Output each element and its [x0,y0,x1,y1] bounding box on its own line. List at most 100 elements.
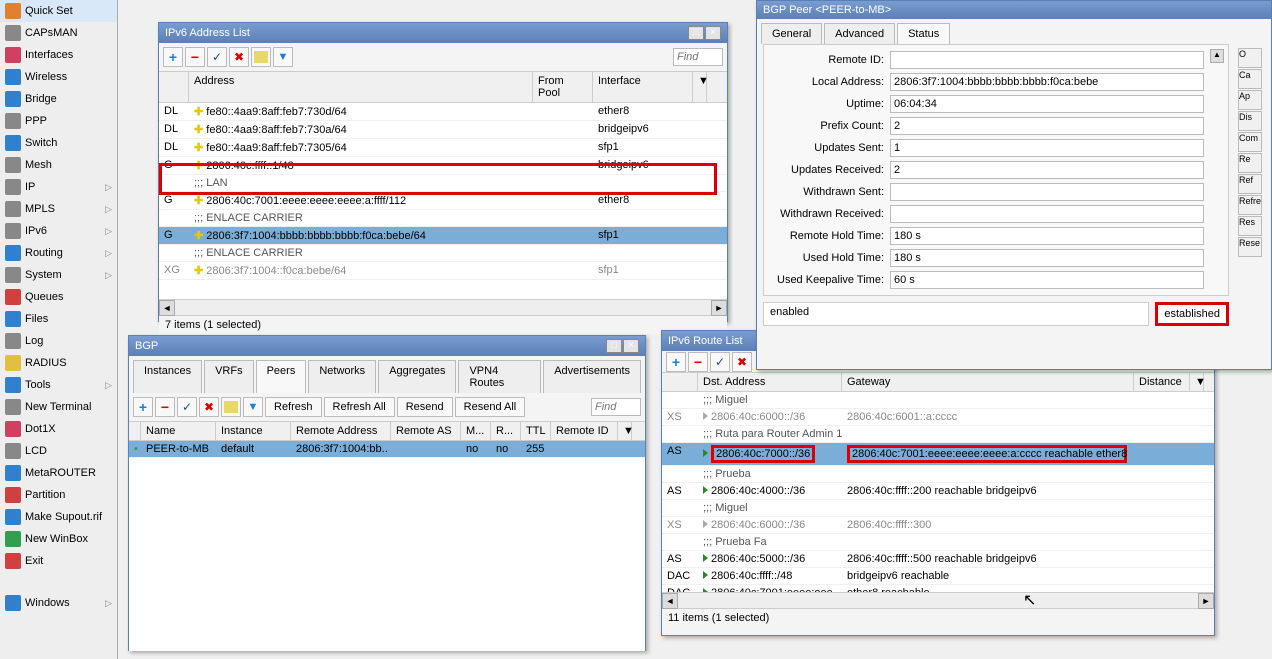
comment-button[interactable] [251,47,271,67]
scroll-left[interactable]: ◄ [662,593,678,609]
refresh-button[interactable]: Refresh [265,397,322,417]
sidebar-item-wireless[interactable]: Wireless [0,66,117,88]
route-row[interactable]: AS 2806:40c:4000::/36 2806:40c:ffff::200… [662,483,1214,500]
grid-body[interactable]: ▪ PEER-to-MB default 2806:3f7:1004:bb.. … [129,441,645,651]
field-input[interactable] [890,117,1204,135]
col-r[interactable]: R... [491,422,521,440]
col-expand[interactable]: ▼ [618,422,632,440]
address-row[interactable]: G ✚ 2806:40c:7001:eeee:eeee:eeee:a:ffff/… [159,192,727,210]
refresh-all-button[interactable]: Refresh All [324,397,395,417]
find-input[interactable] [591,398,641,416]
field-input[interactable] [890,51,1204,69]
grid-body[interactable]: DL ✚ fe80::4aa9:8aff:feb7:730d/64 ether8… [159,103,727,299]
tab-status[interactable]: Status [897,23,950,44]
scroll-right[interactable]: ► [1198,593,1214,609]
add-button[interactable]: + [133,397,153,417]
col-interface[interactable]: Interface [593,72,693,102]
side-button-re[interactable]: Re [1238,153,1262,173]
add-button[interactable]: + [163,47,183,67]
resend-button[interactable]: Resend [397,397,453,417]
col-dst[interactable]: Dst. Address [698,373,842,391]
tab-vrfs[interactable]: VRFs [204,360,254,393]
sidebar-item-tools[interactable]: Tools ▷ [0,374,117,396]
sidebar-item-ppp[interactable]: PPP [0,110,117,132]
filter-button[interactable]: ▼ [273,47,293,67]
side-button-refre[interactable]: Refre [1238,195,1262,215]
col-ttl[interactable]: TTL [521,422,551,440]
enable-button[interactable]: ✓ [207,47,227,67]
remove-button[interactable]: − [185,47,205,67]
col-remote-id[interactable]: Remote ID [551,422,618,440]
tab-instances[interactable]: Instances [133,360,202,393]
tab-aggregates[interactable]: Aggregates [378,360,456,393]
comment-row[interactable]: ;;; LAN [159,175,727,192]
field-input[interactable] [890,161,1204,179]
comment-button[interactable] [221,397,241,417]
sidebar-item-quick-set[interactable]: Quick Set [0,0,117,22]
side-button-o[interactable]: O [1238,48,1262,68]
sidebar-item-new-winbox[interactable]: New WinBox [0,528,117,550]
col-distance[interactable]: Distance [1134,373,1190,391]
address-row[interactable]: DL ✚ fe80::4aa9:8aff:feb7:730a/64 bridge… [159,121,727,139]
side-button-rese[interactable]: Rese [1238,237,1262,257]
remove-button[interactable]: − [155,397,175,417]
sidebar-item-mpls[interactable]: MPLS ▷ [0,198,117,220]
sidebar-item-routing[interactable]: Routing ▷ [0,242,117,264]
route-row[interactable]: XS 2806:40c:6000::/36 2806:40c:ffff::300 [662,517,1214,534]
comment-row[interactable]: ;;; Prueba [662,466,1214,483]
col-address[interactable]: Address [189,72,533,102]
field-input[interactable] [890,139,1204,157]
col-instance[interactable]: Instance [216,422,291,440]
field-input[interactable] [890,183,1204,201]
field-input[interactable] [890,249,1204,267]
comment-row[interactable]: ;;; Miguel [662,392,1214,409]
col-gateway[interactable]: Gateway [842,373,1134,391]
field-input[interactable] [890,73,1204,91]
window-titlebar[interactable]: BGP Peer <PEER-to-MB> [757,1,1271,19]
comment-row[interactable]: ;;; Ruta para Router Admin 1 [662,426,1214,443]
side-button-ca[interactable]: Ca [1238,69,1262,89]
hscrollbar[interactable]: ◄ ► [159,299,727,315]
comment-row[interactable]: ;;; ENLACE CARRIER [159,210,727,227]
sidebar-item-switch[interactable]: Switch [0,132,117,154]
enable-button[interactable]: ✓ [177,397,197,417]
col-remote-as[interactable]: Remote AS [391,422,461,440]
field-input[interactable] [890,205,1204,223]
window-titlebar[interactable]: IPv6 Address List □ × [159,23,727,43]
route-row[interactable]: DAC 2806:40c:7001:eeee:eee.. ether8 reac… [662,585,1214,592]
comment-row[interactable]: ;;; Prueba Fa [662,534,1214,551]
comment-row[interactable]: ;;; ENLACE CARRIER [159,245,727,262]
disable-button[interactable]: ✖ [199,397,219,417]
close-button[interactable]: × [705,26,721,40]
remove-button[interactable]: − [688,352,708,372]
sidebar-item-make-supout-rif[interactable]: Make Supout.rif [0,506,117,528]
form-scrollbar[interactable]: ▲ [1210,49,1228,291]
field-input[interactable] [890,95,1204,113]
side-button-ref[interactable]: Ref [1238,174,1262,194]
col-frompool[interactable]: From Pool [533,72,593,102]
address-row[interactable]: G ✚ 2806:40c:ffff::1/48 bridgeipv6 [159,157,727,175]
sidebar-item-log[interactable]: Log [0,330,117,352]
comment-row[interactable]: ;;; Miguel [662,500,1214,517]
tab-advanced[interactable]: Advanced [824,23,895,44]
sidebar-item-ip[interactable]: IP ▷ [0,176,117,198]
scroll-left[interactable]: ◄ [159,300,175,316]
find-input[interactable] [673,48,723,66]
sidebar-item-system[interactable]: System ▷ [0,264,117,286]
sidebar-item-radius[interactable]: RADIUS [0,352,117,374]
field-input[interactable] [890,227,1204,245]
filter-button[interactable]: ▼ [243,397,263,417]
tab-advertisements[interactable]: Advertisements [543,360,641,393]
side-button-dis[interactable]: Dis [1238,111,1262,131]
field-input[interactable] [890,271,1204,289]
route-row[interactable]: AS 2806:40c:7000::/36 2806:40c:7001:eeee… [662,443,1214,466]
tab-networks[interactable]: Networks [308,360,376,393]
sidebar-item-partition[interactable]: Partition [0,484,117,506]
sidebar-item-new-terminal[interactable]: New Terminal [0,396,117,418]
sidebar-item-exit[interactable]: Exit [0,550,117,572]
minimize-button[interactable]: □ [688,26,704,40]
col-remote-address[interactable]: Remote Address [291,422,391,440]
address-row[interactable]: DL ✚ fe80::4aa9:8aff:feb7:7305/64 sfp1 [159,139,727,157]
route-row[interactable]: DAC 2806:40c:ffff::/48 bridgeipv6 reacha… [662,568,1214,585]
close-button[interactable]: × [623,339,639,353]
